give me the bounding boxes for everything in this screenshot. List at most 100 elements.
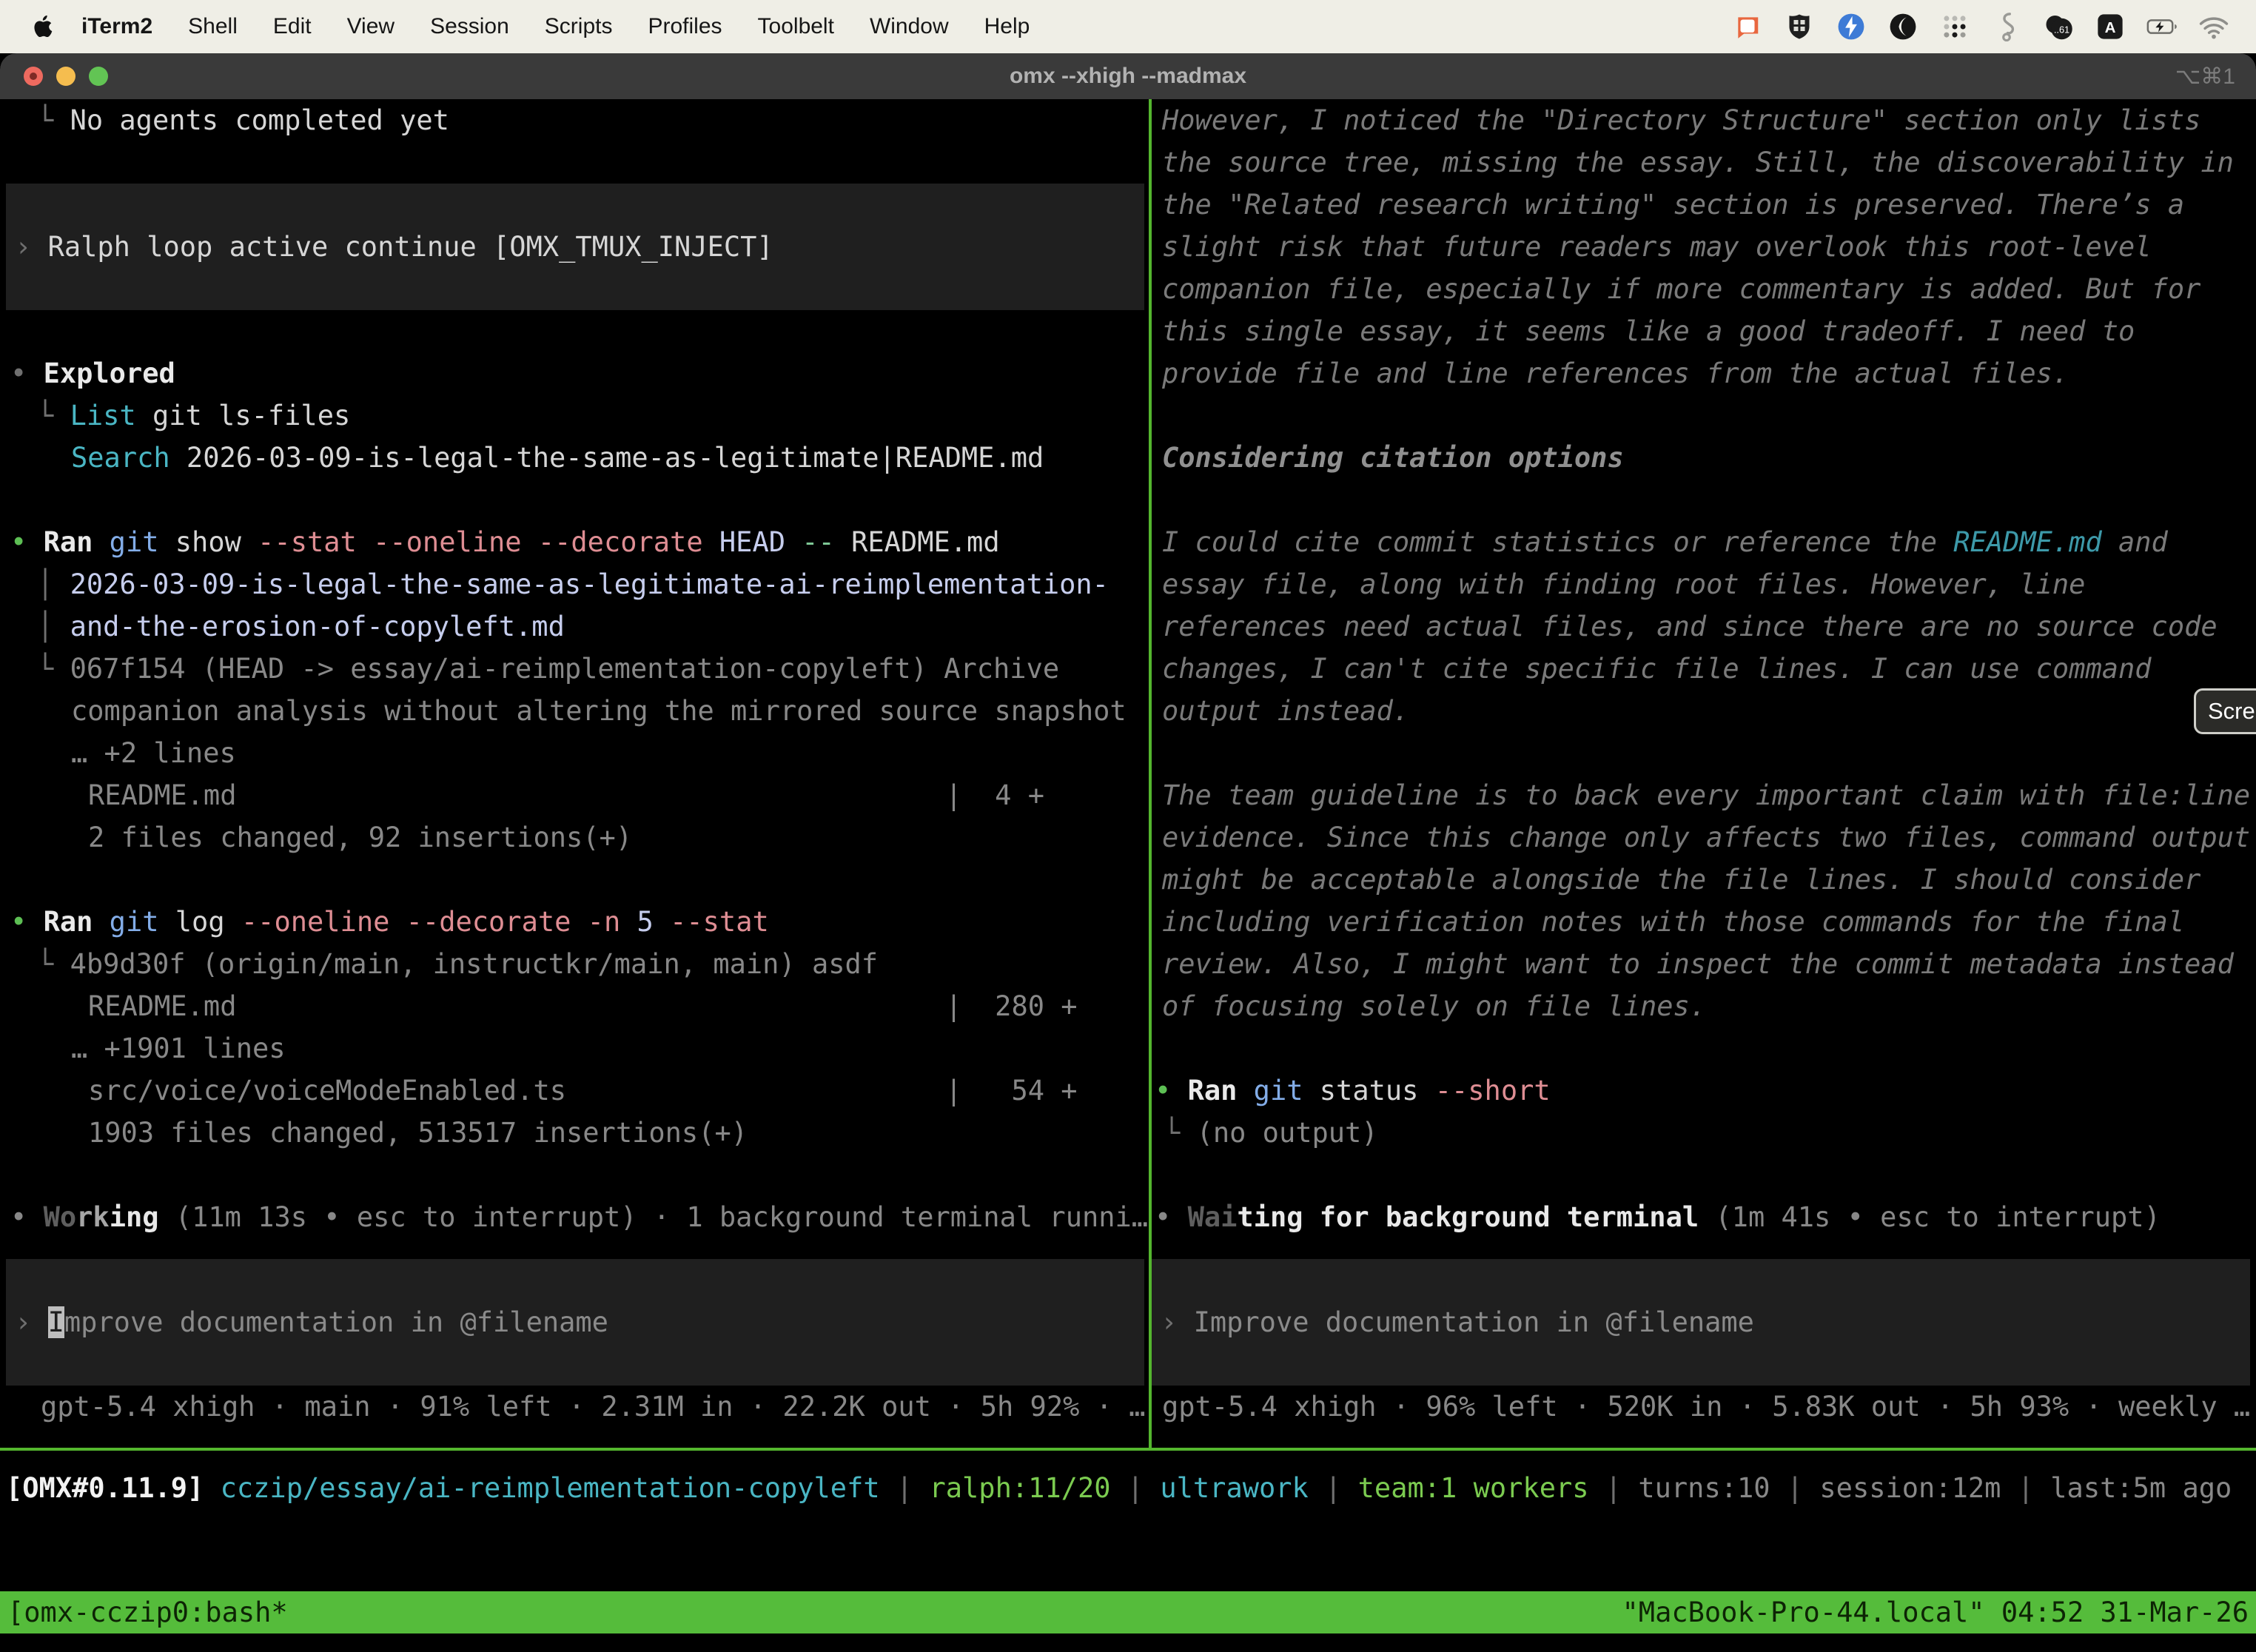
text-segment: 2 files changed, 92 insertions(+)	[88, 822, 632, 853]
text-segment: (1m 41s • esc to interrupt)	[1715, 1201, 2160, 1233]
menu-shell[interactable]: Shell	[170, 14, 255, 39]
dots-grid-icon[interactable]	[1939, 11, 1970, 42]
text-segment: turns:10	[1638, 1472, 1770, 1504]
text-segment: The team guideline is to back every impo…	[1162, 779, 2250, 811]
blank-line	[0, 310, 1149, 352]
terminal-line: essay file, along with finding root file…	[1152, 563, 2256, 605]
terminal-line: README.md | 4 +	[0, 774, 1149, 816]
terminal-line: I could cite commit statistics or refere…	[1152, 521, 2256, 563]
inject-banner[interactable]: › Ralph loop active continue [OMX_TMUX_I…	[6, 184, 1144, 310]
terminal-line: • Ran git log --oneline --decorate -n 5 …	[0, 901, 1149, 943]
text-segment: No agents completed yet	[70, 104, 449, 136]
terminal-line: … +2 lines	[0, 732, 1149, 774]
terminal-line: • Explored	[0, 352, 1149, 394]
text-segment: └	[1164, 1117, 1197, 1149]
prompt-input-right[interactable]: › Improve documentation in @filename	[1152, 1259, 2250, 1386]
text-segment: Wo	[44, 1201, 77, 1233]
text-segment: and	[2102, 526, 2168, 558]
text-segment: |	[1309, 1472, 1358, 1504]
text-segment: … +2 lines	[71, 737, 236, 769]
badge-61-icon[interactable]: ..61	[2043, 11, 2074, 42]
nav-blue-icon[interactable]	[1836, 11, 1867, 42]
terminal-line: The team guideline is to back every impo…	[1152, 774, 2256, 816]
text-segment	[93, 906, 109, 938]
zoom-button[interactable]	[89, 67, 108, 86]
terminal-line: including verification notes with those …	[1152, 901, 2256, 943]
text-segment: |	[1589, 1472, 1639, 1504]
menu-scripts[interactable]: Scripts	[527, 14, 631, 39]
text-segment: of focusing solely on file lines.	[1162, 990, 1706, 1022]
terminal-line: 2 files changed, 92 insertions(+)	[0, 816, 1149, 859]
terminal-line: gpt-5.4 xhigh · main · 91% left · 2.31M …	[0, 1386, 1149, 1428]
text-segment: team:1 workers	[1358, 1472, 1589, 1504]
apple-menu-icon[interactable]	[31, 14, 53, 39]
text-segment: |	[2001, 1472, 2050, 1504]
text-segment: output instead.	[1162, 695, 1409, 727]
text-segment: |	[1770, 1472, 1820, 1504]
tmux-session-label: [omx-cczip0:bash*	[7, 1591, 288, 1633]
blank-line	[1152, 479, 2256, 521]
menu-view[interactable]: View	[329, 14, 412, 39]
text-segment: this single essay, it seems like a good …	[1162, 315, 2135, 347]
terminal-line: │ 2026-03-09-is-legal-the-same-as-legiti…	[0, 563, 1149, 605]
terminal-line: • Ran git status --short	[1152, 1070, 2256, 1112]
omx-status-line: [OMX#0.11.9] cczip/essay/ai-reimplementa…	[6, 1467, 2232, 1509]
screen-tooltip-text: Scre	[2208, 698, 2255, 725]
prompt-line: › Improve documentation in @filename	[15, 1301, 608, 1343]
text-segment: •	[1155, 1201, 1188, 1233]
macos-menu-bar: iTerm2ShellEditViewSessionScriptsProfile…	[0, 0, 2256, 53]
text-segment: session:12m	[1819, 1472, 2001, 1504]
terminal-line: Search 2026-03-09-is-legal-the-same-as-l…	[0, 437, 1149, 479]
text-segment	[1237, 1075, 1253, 1107]
shield-icon[interactable]	[1784, 11, 1815, 42]
minimize-button[interactable]	[56, 67, 75, 86]
terminal-line: • Working (11m 13s • esc to interrupt) ·…	[0, 1196, 1149, 1238]
chat-icon[interactable]	[1732, 11, 1763, 42]
menu-iterm2[interactable]: iTerm2	[64, 14, 170, 39]
text-segment: Ran	[44, 906, 93, 938]
text-segment: and-the-erosion-of-copyleft.md	[70, 611, 565, 642]
battery-charging-icon[interactable]	[2146, 11, 2178, 42]
text-segment: Search	[71, 442, 170, 474]
moon-circle-icon[interactable]	[1887, 11, 1918, 42]
text-segment: [OMX#0.11.9]	[6, 1472, 204, 1504]
text-segment: •	[10, 906, 44, 938]
close-button[interactable]	[24, 67, 43, 86]
blank-line	[1152, 1154, 2256, 1196]
menu-window[interactable]: Window	[852, 14, 967, 39]
menu-profiles[interactable]: Profiles	[630, 14, 739, 39]
text-segment: •	[1155, 1075, 1188, 1107]
terminal-line: └ 4b9d30f (origin/main, instructkr/main,…	[0, 943, 1149, 985]
text-segment: ›	[15, 231, 48, 263]
text-segment: └	[37, 400, 70, 432]
prompt-input-left[interactable]: › Improve documentation in @filename	[6, 1259, 1144, 1386]
text-segment: 4b9d30f (origin/main, instructkr/main, m…	[70, 948, 879, 980]
hook-icon[interactable]	[1991, 11, 2022, 42]
screen-tooltip: Scre	[2194, 688, 2256, 734]
window-title: omx --xhigh --madmax	[0, 64, 2256, 89]
menu-edit[interactable]: Edit	[255, 14, 329, 39]
text-segment: git ls-files	[136, 400, 351, 432]
iterm-window: omx --xhigh --madmax ⌥⌘1 └ No agents com…	[0, 53, 2256, 1652]
terminal-line: provide file and line references from th…	[1152, 352, 2256, 394]
wifi-icon[interactable]	[2198, 11, 2229, 42]
window-title-bar[interactable]: omx --xhigh --madmax ⌥⌘1	[0, 53, 2256, 99]
menu-help[interactable]: Help	[967, 14, 1048, 39]
terminal-line: 1903 files changed, 513517 insertions(+)	[0, 1112, 1149, 1154]
keyboard-a-icon[interactable]: A	[2095, 11, 2126, 42]
text-segment: (11m 13s • esc to interrupt) · 1 backgro…	[159, 1201, 1149, 1233]
text-segment: └	[37, 948, 70, 980]
text-segment	[654, 906, 670, 938]
text-segment: references need actual files, and since …	[1162, 611, 2218, 642]
text-segment: evidence. Since this change only affects…	[1162, 822, 2250, 853]
blank-line	[0, 479, 1149, 521]
text-segment: gpt-5.4 xhigh · 96% left · 520K in · 5.8…	[1162, 1391, 2250, 1423]
tmux-status-bar[interactable]: [omx-cczip0:bash* "MacBook-Pro-44.local"…	[0, 1591, 2256, 1633]
window-shortcut-badge: ⌥⌘1	[2175, 64, 2256, 90]
text-segment: mprove documentation in @filename	[64, 1306, 608, 1338]
menu-session[interactable]: Session	[412, 14, 527, 39]
menu-toolbelt[interactable]: Toolbelt	[740, 14, 852, 39]
terminal-line: references need actual files, and since …	[1152, 605, 2256, 648]
text-segment: rk	[76, 1201, 110, 1233]
blank-line	[0, 141, 1149, 184]
